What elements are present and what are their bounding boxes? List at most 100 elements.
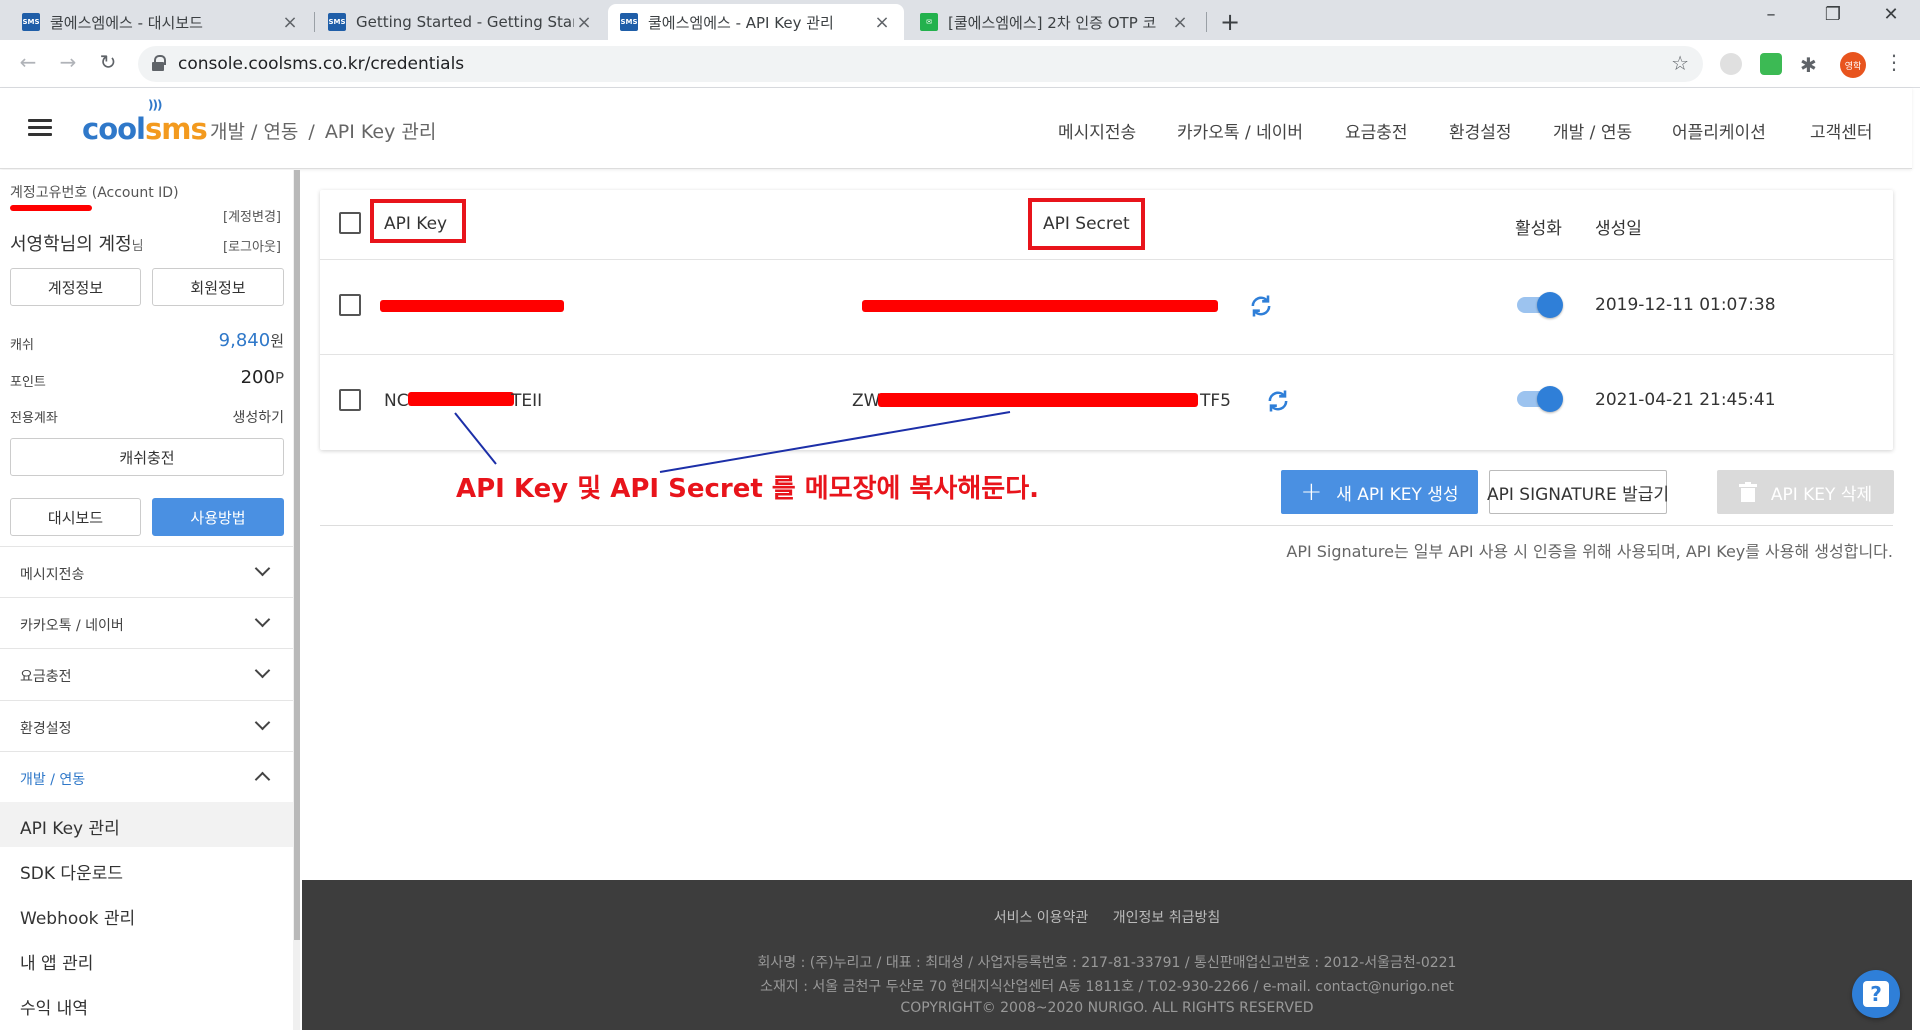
restore-icon[interactable]: ❐ <box>1810 4 1856 25</box>
select-all-checkbox[interactable] <box>339 212 361 234</box>
submenu-api-key[interactable]: API Key 관리 <box>0 802 293 847</box>
sidebar-scrollbar-thumb[interactable] <box>294 170 300 940</box>
browser-tab[interactable]: SMS 쿨에스엠에스 - 대시보드 × <box>10 4 312 40</box>
sms-icon: SMS <box>620 13 638 31</box>
address-bar[interactable]: console.coolsms.co.kr/credentials ☆ <box>138 46 1703 82</box>
submenu-revenue[interactable]: 수익 내역 <box>0 982 293 1027</box>
highlight-box <box>1028 198 1145 250</box>
create-account-link[interactable]: 생성하기 <box>232 407 284 427</box>
help-chat-button[interactable]: ? <box>1852 970 1900 1018</box>
signal-icon: ))) <box>148 98 162 112</box>
profile-avatar[interactable]: 영학 <box>1840 52 1866 78</box>
nav-support[interactable]: 고객센터 <box>1810 118 1873 143</box>
submenu-webhook[interactable]: Webhook 관리 <box>0 892 293 937</box>
redacted-api-key <box>408 392 514 406</box>
dashboard-button[interactable]: 대시보드 <box>10 498 141 536</box>
redaction-mark <box>10 205 92 211</box>
nav-settings[interactable]: 환경설정 <box>1449 118 1512 143</box>
sidebar-item-settings[interactable]: 환경설정 <box>0 700 293 751</box>
header-active: 활성화 <box>1515 219 1562 239</box>
plus-icon: + <box>1300 477 1323 507</box>
close-icon[interactable]: × <box>280 12 300 33</box>
api-key-prefix: NC <box>384 391 409 411</box>
nav-dev[interactable]: 개발 / 연동 <box>1553 118 1632 143</box>
active-toggle[interactable] <box>1517 386 1563 412</box>
sidebar-item-message[interactable]: 메시지전송 <box>0 546 293 597</box>
account-change-link[interactable]: [계정변경] <box>223 206 281 225</box>
account-id-value <box>10 202 92 216</box>
reload-icon[interactable]: ↻ <box>94 50 122 74</box>
coolsms-logo[interactable]: ))) coolsms <box>82 98 208 146</box>
browser-tab-active[interactable]: SMS 쿨에스엠에스 - API Key 관리 × <box>608 4 904 40</box>
sidebar-item-label: 개발 / 연동 <box>20 772 86 788</box>
api-signature-button[interactable]: API SIGNATURE 발급기 <box>1487 470 1669 514</box>
browser-menu-icon[interactable]: ⋮ <box>1884 50 1904 74</box>
browser-toolbar: ← → ↻ console.coolsms.co.kr/credentials … <box>0 40 1920 88</box>
active-toggle[interactable] <box>1517 292 1563 318</box>
submenu-sdk-download[interactable]: SDK 다운로드 <box>0 847 293 892</box>
app-header: ))) coolsms 개발 / 연동 / API Key 관리 메시지전송 카카오… <box>0 88 1912 169</box>
account-name-text: 서영학님의 계정 <box>10 234 132 255</box>
created-date: 2019-12-11 01:07:38 <box>1595 295 1776 315</box>
row-checkbox[interactable] <box>339 389 361 411</box>
nav-applications[interactable]: 어플리케이션 <box>1672 118 1766 143</box>
dedicated-account-row: 전용계좌 생성하기 <box>10 407 284 426</box>
help-icon: ? <box>1863 981 1889 1007</box>
nav-message[interactable]: 메시지전송 <box>1058 118 1136 143</box>
breadcrumb-parent[interactable]: 개발 / 연동 <box>210 121 298 143</box>
company-info: 회사명 : (주)누리고 / 대표 : 최대성 / 사업자등록번호 : 217-… <box>757 955 1457 971</box>
dedicated-account-label: 전용계좌 <box>10 411 58 426</box>
point-label: 포인트 <box>10 375 46 390</box>
chevron-down-icon <box>254 662 271 679</box>
nav-kakao-naver[interactable]: 카카오톡 / 네이버 <box>1177 118 1303 143</box>
row-checkbox[interactable] <box>339 294 361 316</box>
extension-icon[interactable] <box>1720 53 1742 75</box>
account-info-button[interactable]: 계정정보 <box>10 268 141 306</box>
browser-tabstrip: SMS 쿨에스엠에스 - 대시보드 × SMS Getting Started … <box>0 0 1920 40</box>
minimize-icon[interactable]: – <box>1748 4 1794 25</box>
close-icon[interactable]: × <box>872 12 892 33</box>
nav-charge[interactable]: 요금충전 <box>1345 118 1408 143</box>
chevron-down-icon <box>254 611 271 628</box>
trash-icon <box>1738 482 1757 502</box>
api-key-suffix: TEII <box>511 391 543 411</box>
browser-tab[interactable]: ✉ [쿨에스엠에스] 2차 인증 OTP 코 × <box>908 4 1202 40</box>
tab-separator <box>1206 12 1207 32</box>
sidebar-item-label: 환경설정 <box>20 721 72 737</box>
forward-icon[interactable]: → <box>54 50 82 74</box>
browser-tab[interactable]: SMS Getting Started - Getting Starte × <box>316 4 606 40</box>
usage-guide-button[interactable]: 사용방법 <box>152 498 284 536</box>
back-icon[interactable]: ← <box>14 50 42 74</box>
sidebar-item-charge[interactable]: 요금충전 <box>0 648 293 699</box>
sidebar-item-kakao-naver[interactable]: 카카오톡 / 네이버 <box>0 597 293 648</box>
new-tab-icon[interactable]: + <box>1220 8 1240 36</box>
member-info-button[interactable]: 회원정보 <box>152 268 284 306</box>
tab-title: 쿨에스엠에스 - 대시보드 <box>50 13 203 32</box>
submenu-label: API Key 관리 <box>20 819 120 839</box>
delete-api-key-label: API KEY 삭제 <box>1770 484 1873 505</box>
charge-cash-button[interactable]: 캐쉬충전 <box>10 438 284 476</box>
puzzle-icon[interactable]: ✱ <box>1800 53 1822 77</box>
extension-icon[interactable] <box>1760 53 1782 75</box>
refresh-secret-icon[interactable] <box>1264 387 1292 415</box>
close-icon[interactable]: × <box>1170 12 1190 33</box>
point-row: 포인트 200P <box>10 367 284 390</box>
point-amount: 200 <box>240 367 275 388</box>
sidebar-item-dev[interactable]: 개발 / 연동 <box>0 751 293 802</box>
terms-link[interactable]: 서비스 이용약관 <box>994 910 1089 926</box>
refresh-secret-icon[interactable] <box>1247 292 1275 320</box>
bookmark-star-icon[interactable]: ☆ <box>1671 51 1689 75</box>
window-close-icon[interactable]: ✕ <box>1868 4 1914 25</box>
account-name-suffix: 님 <box>131 239 144 254</box>
privacy-link[interactable]: 개인정보 취급방침 <box>1113 910 1221 926</box>
created-date: 2021-04-21 21:45:41 <box>1595 390 1776 410</box>
submenu-my-apps[interactable]: 내 앱 관리 <box>0 937 293 982</box>
hamburger-menu-icon[interactable] <box>28 119 52 137</box>
submenu-label: 내 앱 관리 <box>20 954 94 974</box>
new-api-key-button[interactable]: + 새 API KEY 생성 <box>1281 470 1478 514</box>
close-icon[interactable]: × <box>574 12 594 33</box>
redacted-api-key <box>380 300 564 312</box>
delete-api-key-button[interactable]: API KEY 삭제 <box>1717 470 1894 514</box>
chevron-down-icon <box>254 560 271 577</box>
logout-link[interactable]: [로그아웃] <box>223 236 281 255</box>
